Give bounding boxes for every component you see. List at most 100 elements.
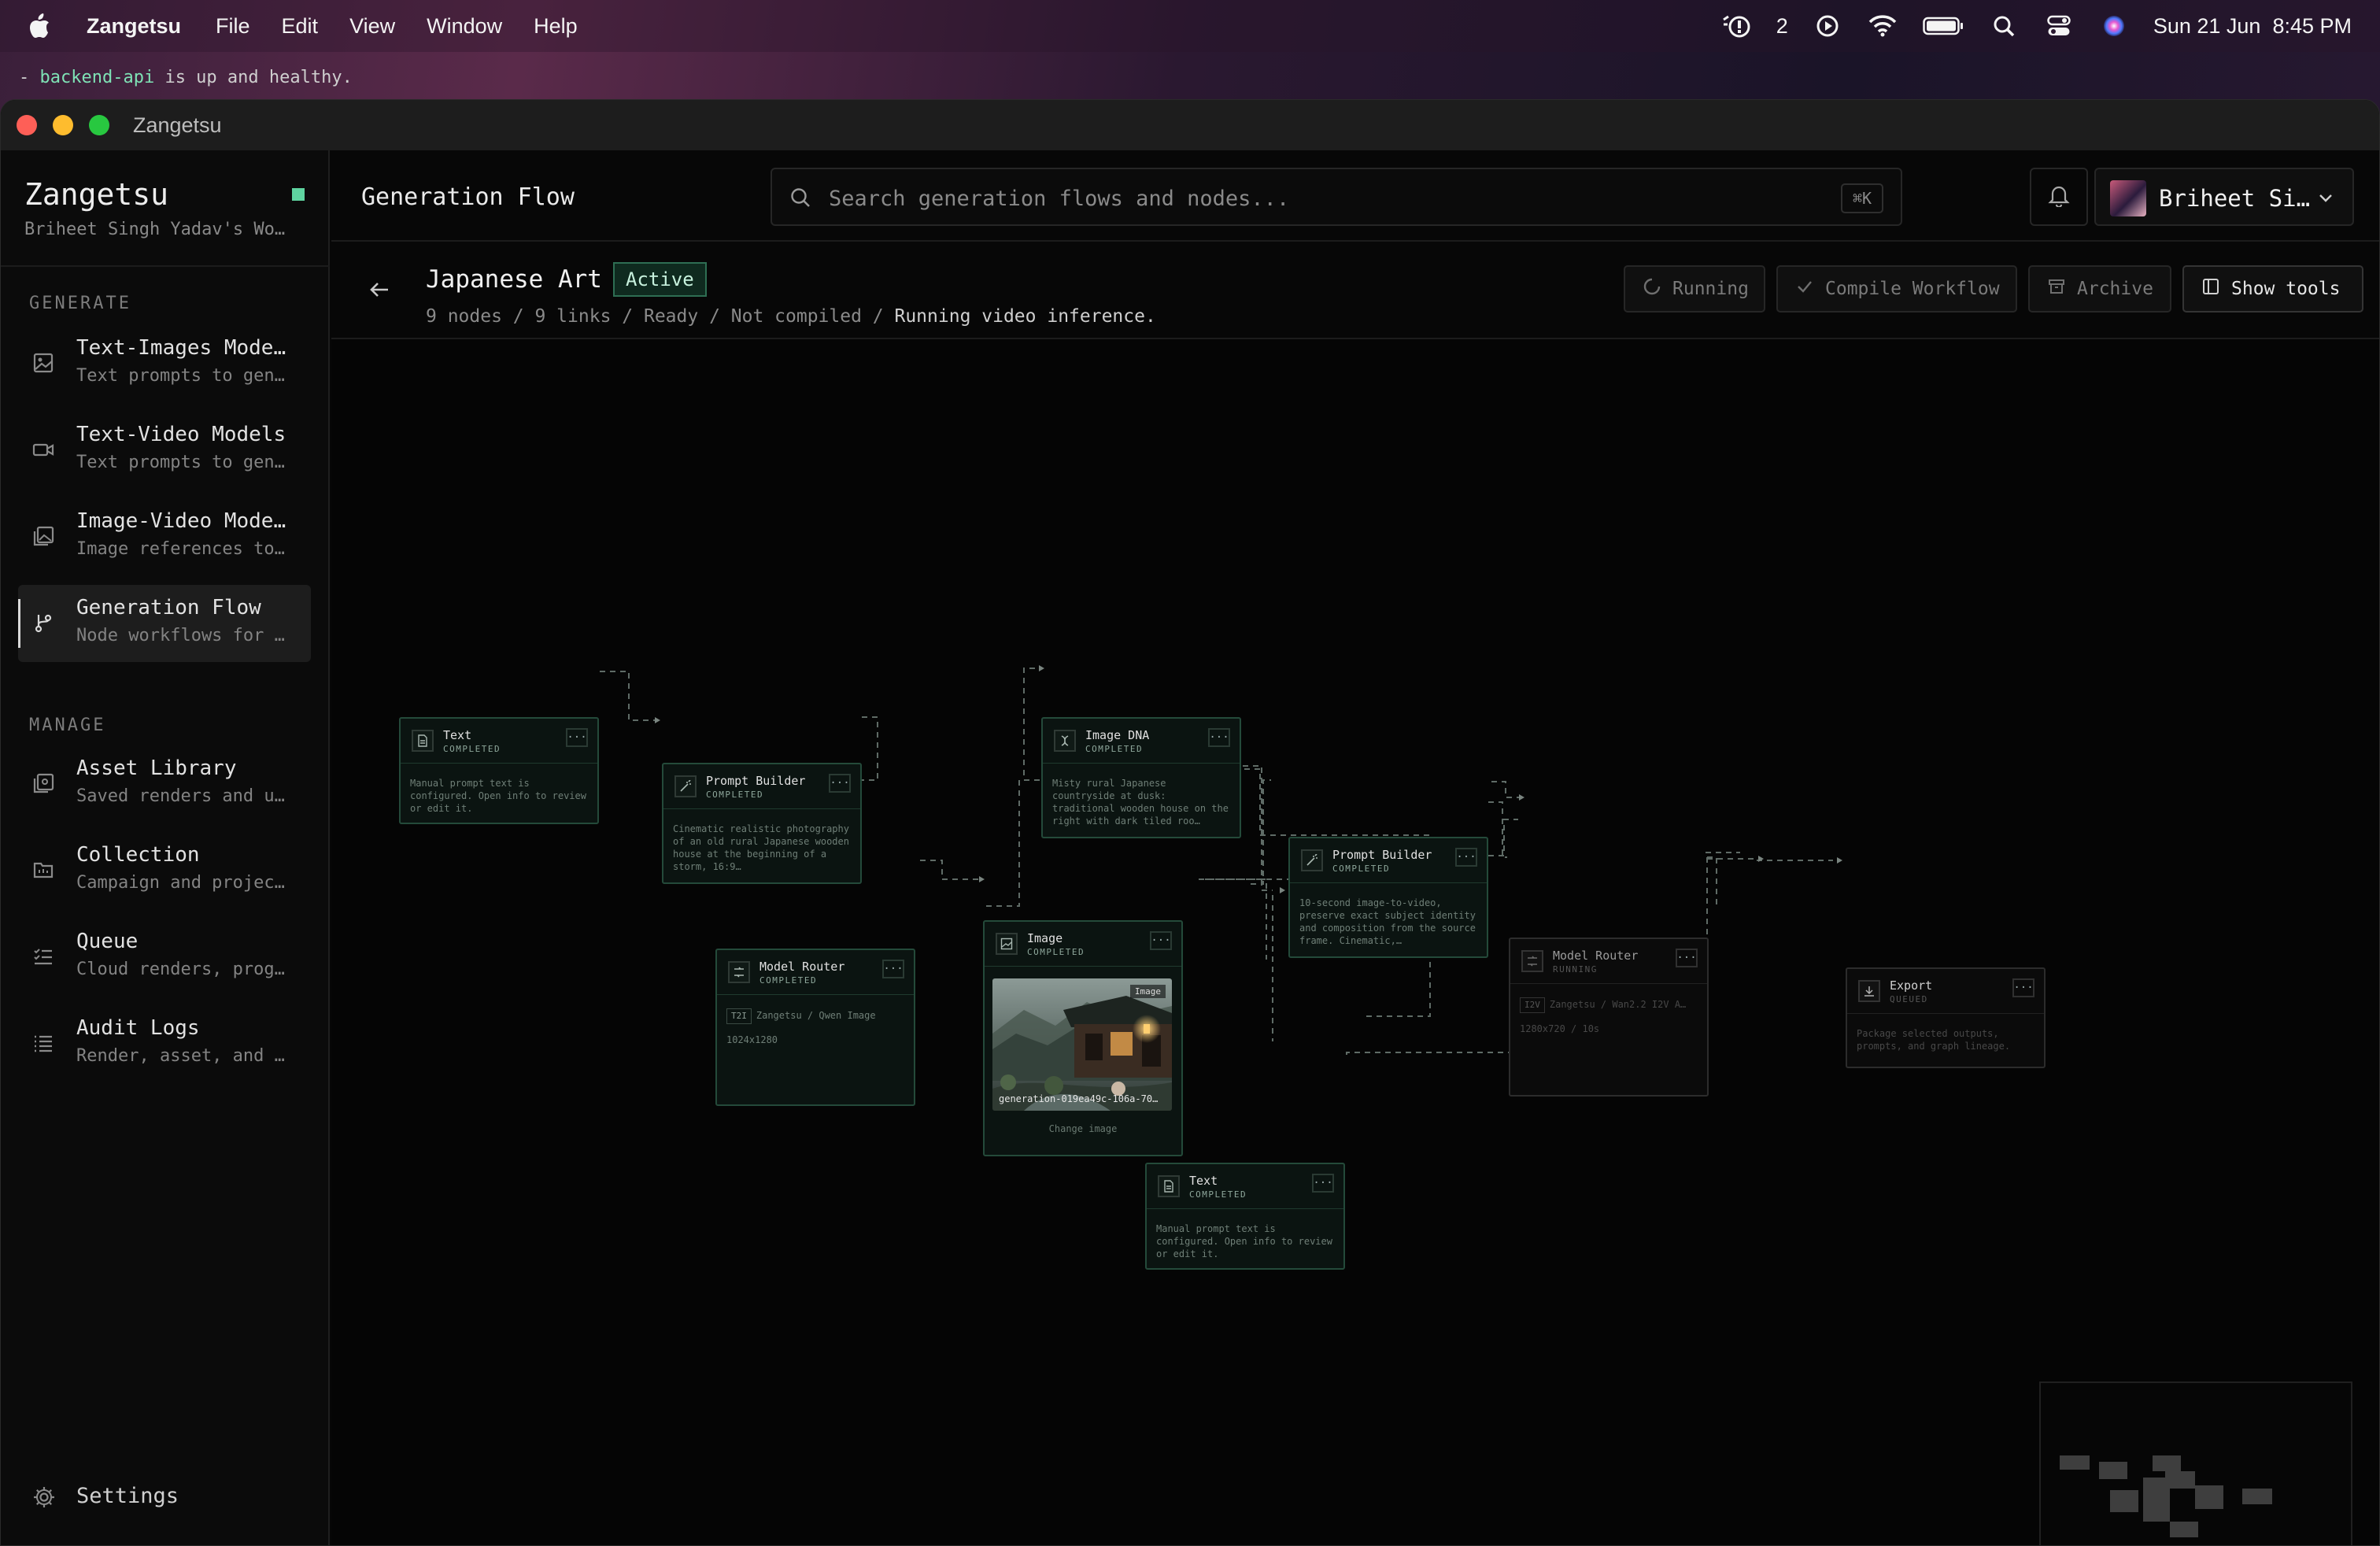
running-button[interactable]: Running: [1624, 265, 1765, 313]
download-icon: [1858, 980, 1880, 1002]
sidebar-item-image-video[interactable]: Image-Video Mode… Image references to…: [18, 498, 311, 575]
router-icon: [728, 961, 750, 983]
model-name: Zangetsu / Wan2.2 I2V A…: [1549, 999, 1687, 1010]
workspace-name[interactable]: Briheet Singh Yadav's Wo…: [24, 220, 285, 239]
node-menu-button[interactable]: ···: [1312, 1174, 1334, 1193]
macos-menu-bar: Zangetsu File Edit View Window Help 2 Su…: [0, 0, 2380, 52]
node-menu-button[interactable]: ···: [566, 728, 588, 747]
notifications-button[interactable]: [2030, 168, 2088, 226]
menu-view[interactable]: View: [349, 14, 395, 39]
flow-link-count: 9 links: [534, 306, 612, 327]
minimap[interactable]: [2039, 1381, 2352, 1545]
menubar-clock[interactable]: Sun 21 Jun 8:45 PM: [2153, 14, 2352, 39]
node-divider: [1847, 1013, 2044, 1014]
settings-label: Settings: [76, 1484, 179, 1508]
menu-file[interactable]: File: [216, 14, 250, 39]
wifi-icon[interactable]: [1867, 13, 1898, 39]
image-icon: [996, 933, 1018, 955]
export-node[interactable]: Export QUEUED ··· Package selected outpu…: [1846, 967, 2046, 1068]
chevron-down-icon: [2316, 188, 2335, 207]
model-router-node[interactable]: Model Router COMPLETED ··· T2I Zangetsu /…: [715, 949, 915, 1106]
text-node[interactable]: Text COMPLETED ··· Manual prompt text is…: [1145, 1163, 1345, 1270]
images-icon: [32, 525, 56, 549]
check-icon: [1795, 277, 1814, 301]
back-arrow-icon[interactable]: [366, 276, 394, 305]
status-badge-count: 2: [1776, 13, 1788, 38]
model-router-node-running[interactable]: Model Router RUNNING ··· I2V Zangetsu / W…: [1509, 938, 1709, 1097]
search-shortcut: ⌘K: [1841, 183, 1883, 213]
archive-button[interactable]: Archive: [2028, 265, 2171, 313]
flow-toolbar: Japanese Art Active 9 nodes / 9 links / …: [331, 242, 2379, 339]
user-menu-button[interactable]: Briheet Si…: [2094, 168, 2354, 226]
menu-app-name[interactable]: Zangetsu: [87, 14, 181, 39]
prompt-builder-node[interactable]: Prompt Builder COMPLETED ··· Cinematic r…: [662, 763, 862, 884]
image-icon: [32, 352, 56, 375]
sidebar-item-text-images[interactable]: Text-Images Mode… Text prompts to gen…: [18, 325, 311, 402]
flow-canvas[interactable]: Text COMPLETED ··· Manual prompt text is…: [331, 339, 2379, 1545]
terminal-status-text: is up and healthy.: [154, 68, 353, 87]
image-dna-node[interactable]: Image DNA COMPLETED ··· Misty rural Japa…: [1041, 717, 1241, 838]
window-zoom-button[interactable]: [89, 115, 109, 135]
timer-status-icon[interactable]: [1721, 13, 1753, 39]
node-menu-button[interactable]: ···: [1208, 728, 1230, 747]
settings-button[interactable]: Settings: [18, 1471, 311, 1525]
sidebar-item-generation-flow[interactable]: Generation Flow Node workflows for …: [18, 585, 311, 662]
battery-icon[interactable]: [1922, 13, 1964, 39]
image-node[interactable]: Image COMPLETED ··· Image generation-019…: [983, 920, 1183, 1156]
document-icon: [1158, 1175, 1180, 1197]
node-menu-button[interactable]: ···: [882, 960, 904, 978]
router-icon: [1521, 950, 1543, 972]
menu-edit[interactable]: Edit: [282, 14, 319, 39]
node-menu-button[interactable]: ···: [1150, 931, 1172, 950]
node-menu-button[interactable]: ···: [1455, 848, 1477, 867]
section-label-generate: GENERATE: [29, 294, 131, 313]
node-body: Cinematic realistic photography of an ol…: [673, 823, 849, 872]
spotlight-search-icon[interactable]: [1988, 13, 2020, 39]
sidebar-item-description: Node workflows for …: [76, 626, 285, 645]
node-title: Text: [443, 728, 472, 742]
model-type-tag: T2I: [726, 1008, 752, 1024]
sidebar-item-asset-library[interactable]: Asset Library Saved renders and u…: [18, 745, 311, 823]
apple-logo-icon[interactable]: [28, 13, 52, 39]
text-node[interactable]: Text COMPLETED ··· Manual prompt text is…: [399, 717, 599, 824]
node-divider: [1043, 763, 1240, 764]
show-tools-button[interactable]: Show tools: [2182, 265, 2363, 313]
video-icon: [32, 438, 56, 462]
flow-node-count: 9 nodes: [426, 306, 502, 327]
archive-icon: [2047, 277, 2066, 301]
minimap-node: [2060, 1455, 2090, 1470]
change-image-button[interactable]: Change image: [985, 1123, 1181, 1134]
sidebar-item-text-video[interactable]: Text-Video Models Text prompts to gen…: [18, 412, 311, 489]
compile-workflow-button[interactable]: Compile Workflow: [1776, 265, 2017, 313]
flow-compile-state: Not compiled: [730, 306, 862, 327]
sidebar-item-collection[interactable]: Collection Campaign and projec…: [18, 832, 311, 909]
terminal-prefix: -: [19, 68, 40, 87]
model-output-size: 1280x720 / 10s: [1520, 1023, 1600, 1034]
sidebar-item-audit-logs[interactable]: Audit Logs Render, asset, and …: [18, 1005, 311, 1082]
node-status: COMPLETED: [443, 744, 501, 754]
node-menu-button[interactable]: ···: [2012, 978, 2034, 997]
sidebar-item-description: Image references to…: [76, 539, 285, 559]
window-close-button[interactable]: [17, 115, 37, 135]
node-title: Model Router: [1553, 949, 1639, 963]
node-menu-button[interactable]: ···: [829, 774, 851, 793]
prompt-builder-node[interactable]: Prompt Builder COMPLETED ··· 10-second i…: [1288, 837, 1488, 958]
flow-current-activity: Running video inference.: [894, 306, 1156, 327]
control-center-icon[interactable]: [2043, 13, 2075, 39]
search-input[interactable]: Search generation flows and nodes... ⌘K: [771, 168, 1902, 226]
play-status-icon[interactable]: [1812, 13, 1843, 39]
minimap-node: [2165, 1471, 2195, 1489]
sidebar-item-queue[interactable]: Queue Cloud renders, prog…: [18, 919, 311, 996]
window-title: Zangetsu: [133, 113, 222, 137]
window-minimize-button[interactable]: [53, 115, 73, 135]
generated-image-thumbnail[interactable]: Image generation-019ea49c-106a-70…: [992, 978, 1172, 1111]
node-title: Model Router: [759, 960, 845, 974]
window-titlebar[interactable]: Zangetsu: [1, 100, 2379, 150]
menu-window[interactable]: Window: [427, 14, 502, 39]
status-badge: Active: [613, 262, 707, 297]
menu-help[interactable]: Help: [534, 14, 578, 39]
node-menu-button[interactable]: ···: [1676, 949, 1698, 967]
node-body: Misty rural Japanese countryside at dusk…: [1052, 778, 1229, 827]
siri-icon[interactable]: [2098, 13, 2130, 39]
page-title: Generation Flow: [361, 183, 575, 211]
